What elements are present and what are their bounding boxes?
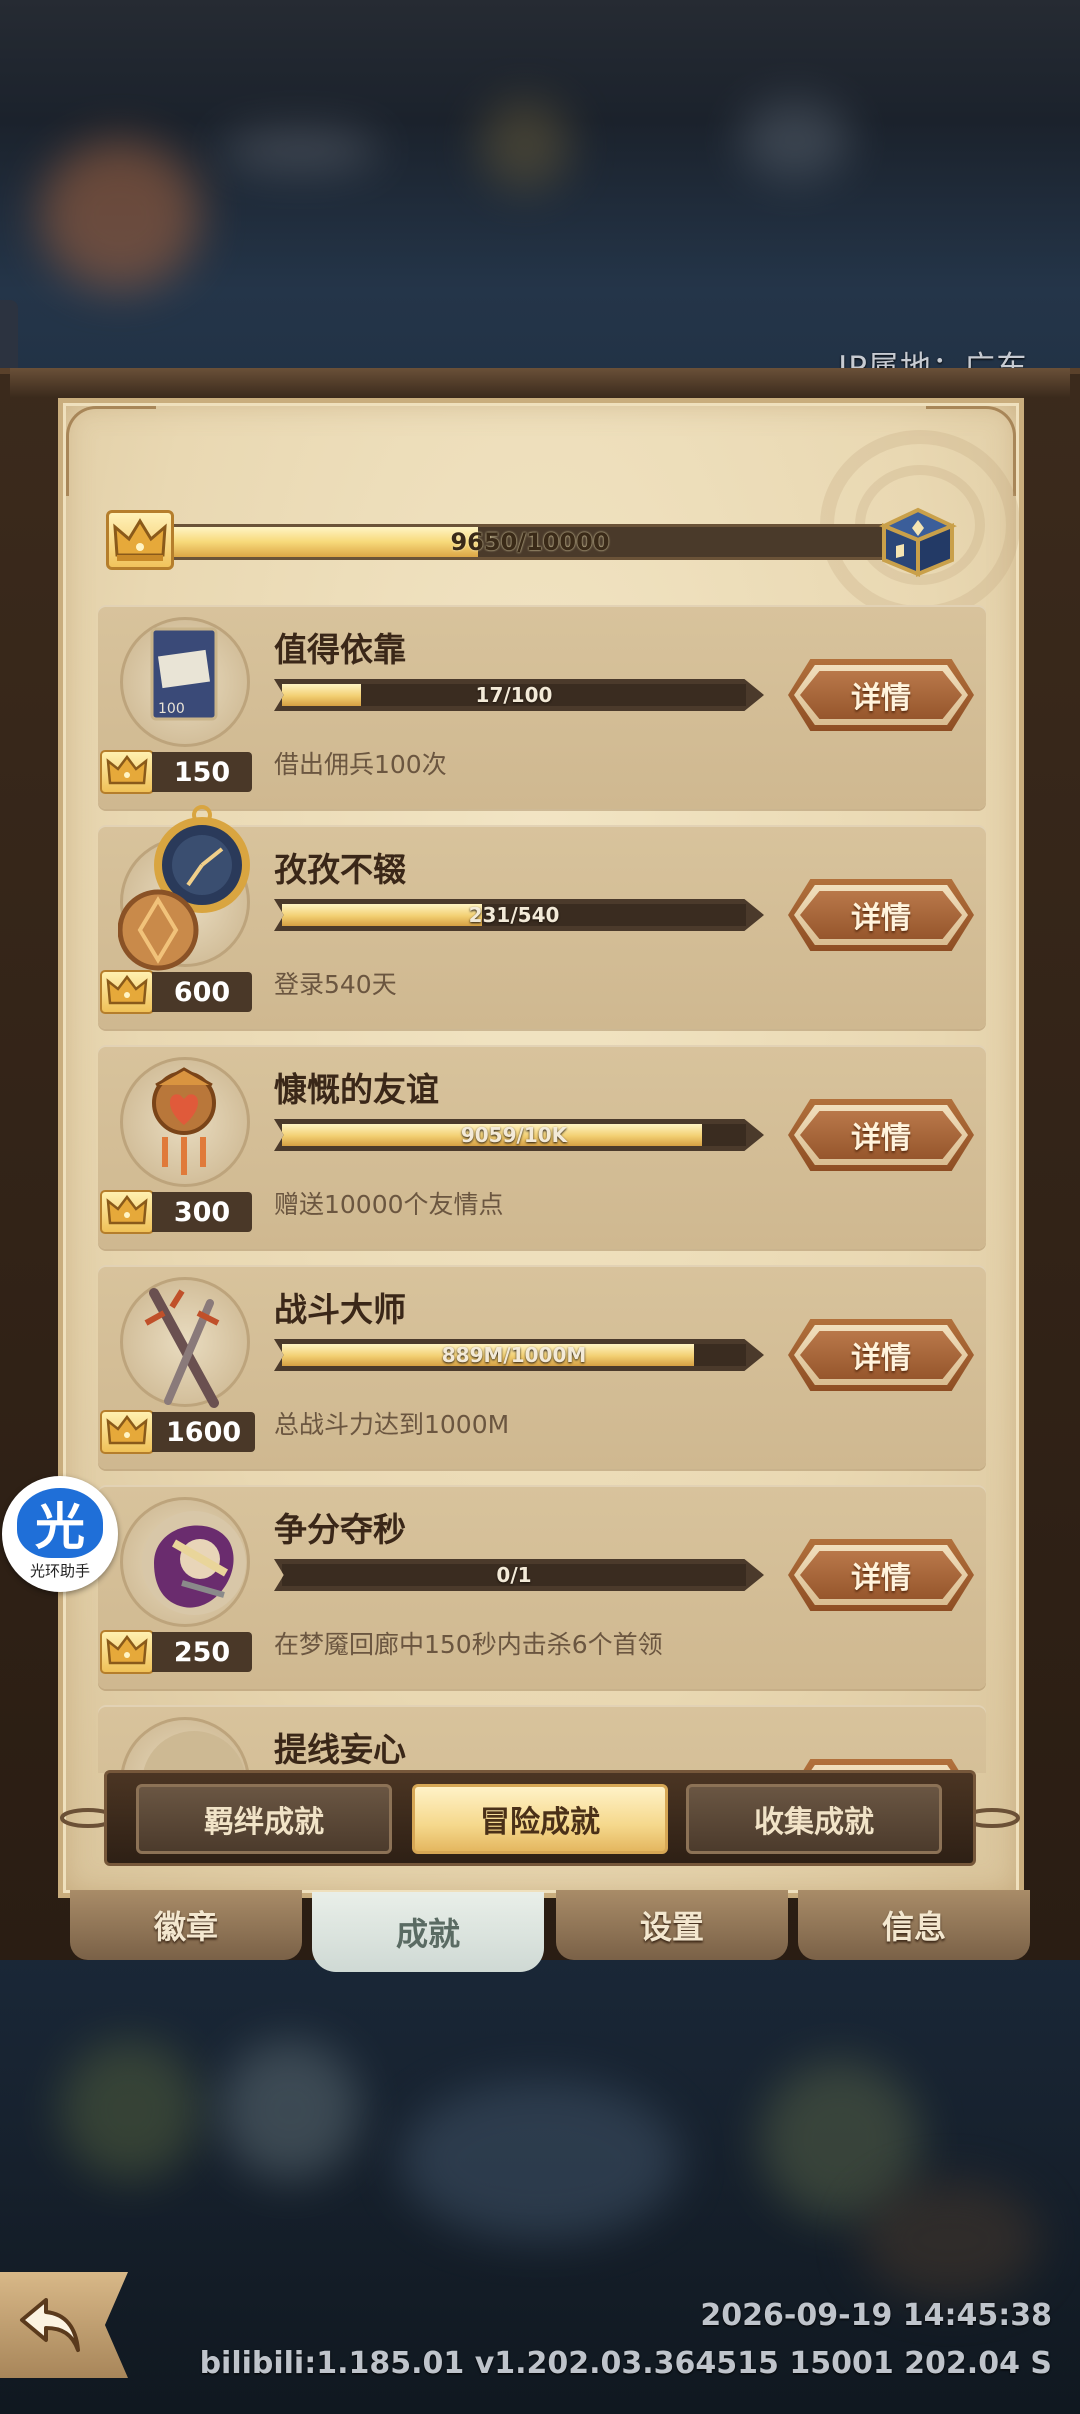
achievement-points-value: 250 [152, 1632, 252, 1672]
details-button[interactable]: 详情 [788, 659, 974, 731]
version-info: bilibili:1.185.01 v1.202.03.364515 15001… [199, 2346, 1052, 2381]
achievement-points-value: 150 [152, 752, 252, 792]
achievement-progress-label: 9059/10K [460, 1123, 568, 1147]
details-button[interactable]: 详情 [788, 1319, 974, 1391]
tab-settings[interactable]: 设置 [556, 1890, 788, 1960]
details-button-label: 详情 [851, 681, 911, 716]
crown-icon [106, 510, 174, 570]
achievement-description: 借出佣兵100次 [274, 750, 447, 779]
hero-portrait-icon [134, 1503, 254, 1627]
achievement-description: 在梦魇回廊中150秒内击杀6个首领 [274, 1630, 663, 1659]
achievement-title: 孜孜不辍 [274, 850, 406, 889]
blurred-hero [220, 2040, 360, 2180]
achievement-description: 登录540天 [274, 970, 397, 999]
tab-badges[interactable]: 徽章 [70, 1890, 302, 1960]
achievement-title: 争分夺秒 [274, 1510, 406, 1549]
details-button[interactable]: 详情 [788, 1539, 974, 1611]
assistant-label: 光环助手 [29, 1561, 90, 1580]
achievement-points-value: 1600 [152, 1412, 256, 1452]
achievement-points: 600 [100, 969, 252, 1015]
blurred-hero [860, 2180, 1040, 2300]
achievement-title: 提线妄心 [274, 1730, 406, 1769]
assistant-float-button[interactable]: 光 光环助手 [2, 1476, 118, 1592]
crown-icon [106, 755, 148, 785]
blurred-avatar [40, 140, 200, 290]
achievement-title: 慷慨的友谊 [274, 1070, 439, 1109]
achievement-description: 总战斗力达到1000M [274, 1410, 510, 1439]
achievement-progress-bar: 9059/10K [274, 1119, 764, 1151]
achievement-points: 150 [100, 749, 252, 795]
achievement-progress-label: 889M/1000M [441, 1343, 587, 1367]
achievement-description: 赠送10000个友情点 [274, 1190, 504, 1219]
back-button[interactable] [0, 2272, 128, 2378]
svg-text:100: 100 [158, 701, 185, 717]
achievement-title: 战斗大师 [274, 1290, 406, 1329]
details-button-label: 详情 [851, 1121, 911, 1156]
achievement-item: 100 值得依靠 17/100 借出佣兵100次 详情 150 [98, 605, 986, 809]
scroll-icon [134, 1723, 254, 1773]
crossed-swords-icon [134, 1283, 234, 1417]
achievement-item: 孜孜不辍 231/540 登录540天 详情 600 [98, 805, 986, 1029]
achievement-item: 提线妄心 详情 [98, 1705, 986, 1773]
crown-icon [106, 1635, 148, 1665]
achievement-progress-label: 0/1 [496, 1563, 532, 1587]
timestamp: 2026-09-19 14:45:38 [700, 2298, 1052, 2333]
blurred-name [220, 130, 380, 170]
achievement-progress-bar: 0/1 [274, 1559, 764, 1591]
tab-adventure-achievements[interactable]: 冒险成就 [412, 1784, 668, 1854]
heart-amulet-icon [134, 1063, 234, 1197]
crown-icon [106, 1415, 148, 1445]
back-arrow-icon [20, 2298, 80, 2352]
tab-info[interactable]: 信息 [798, 1890, 1030, 1960]
tab-bond-achievements[interactable]: 羁绊成就 [136, 1784, 392, 1854]
achievement-points: 1600 [100, 1409, 256, 1455]
blurred-hero [60, 2040, 200, 2180]
achievement-title: 值得依靠 [274, 630, 406, 669]
achievement-points-value: 600 [152, 972, 252, 1012]
achievement-progress-bar: 231/540 [274, 899, 764, 931]
details-button-label: 详情 [851, 1561, 911, 1596]
achievement-points-value: 300 [152, 1192, 252, 1232]
achievement-progress-bar: 17/100 [274, 679, 764, 711]
achievement-progress-bar: 889M/1000M [274, 1339, 764, 1371]
achievement-points: 250 [100, 1629, 252, 1675]
pocket-watch-icon [117, 805, 258, 979]
achievement-progress-label: 231/540 [468, 903, 560, 927]
frame-edge [10, 368, 1070, 398]
treasure-chest-icon[interactable] [876, 496, 960, 584]
details-button-label: 详情 [851, 1341, 911, 1376]
achievement-progress-label: 17/100 [475, 683, 553, 707]
crown-icon [106, 1195, 148, 1225]
blurred-badge [480, 100, 570, 190]
achievement-item: 争分夺秒 0/1 在梦魇回廊中150秒内击杀6个首领 详情 250 [98, 1485, 986, 1689]
achievement-item: 战斗大师 889M/1000M 总战斗力达到1000M 详情 1600 [98, 1265, 986, 1469]
tab-collection-achievements[interactable]: 收集成就 [686, 1784, 942, 1854]
card-icon: 100 [134, 623, 234, 737]
assistant-logo-icon: 光 [17, 1487, 103, 1558]
total-progress-bar: 9650/10000 [160, 524, 900, 560]
details-button[interactable]: 详情 [788, 1099, 974, 1171]
crown-icon [106, 975, 148, 1005]
total-progress-label: 9650/10000 [450, 528, 610, 556]
blurred-scene [400, 2080, 680, 2240]
tab-achievements[interactable]: 成就 [312, 1892, 544, 1972]
achievement-list[interactable]: 100 值得依靠 17/100 借出佣兵100次 详情 150 孜孜不辍 231… [98, 605, 986, 1773]
corner-ornament [66, 406, 156, 496]
details-button[interactable]: 详情 [788, 879, 974, 951]
achievement-points: 300 [100, 1189, 252, 1235]
blurred-badge [740, 100, 850, 180]
achievement-item: 慷慨的友谊 9059/10K 赠送10000个友情点 详情 300 [98, 1045, 986, 1249]
details-button-label: 详情 [851, 901, 911, 936]
